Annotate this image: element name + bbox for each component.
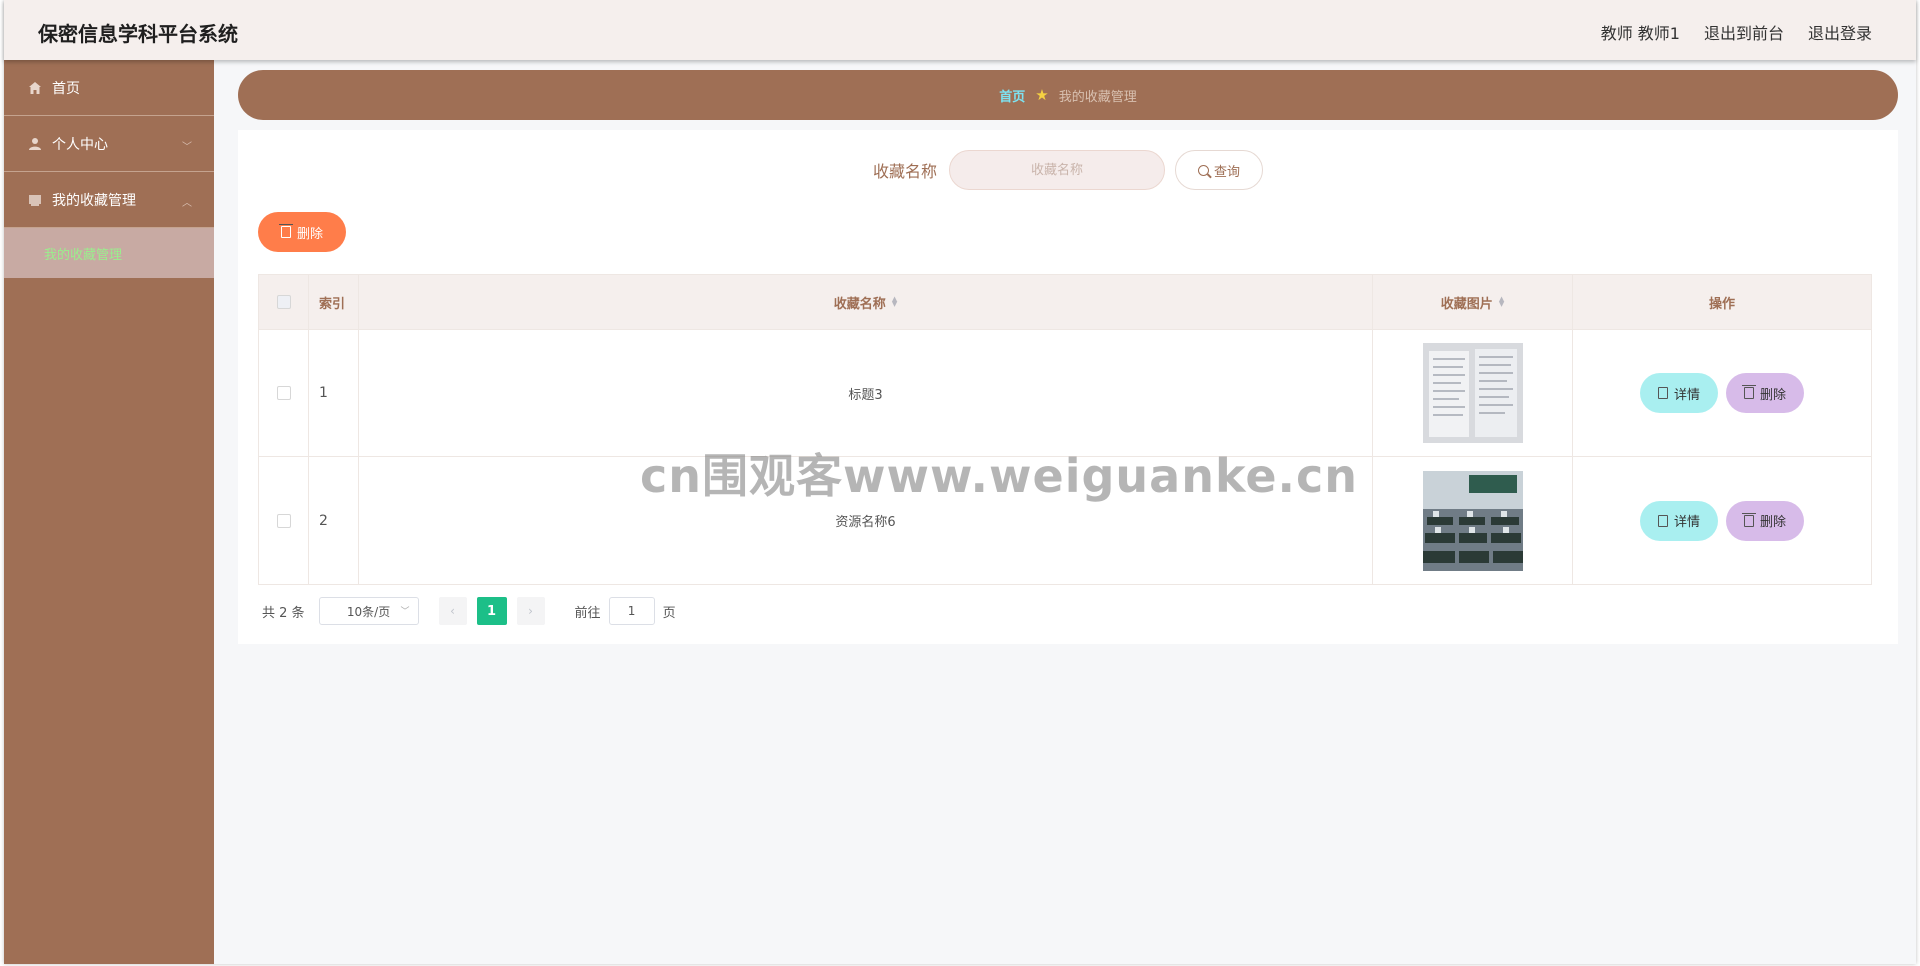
- breadcrumb-current: 我的收藏管理: [1058, 89, 1137, 105]
- next-page-button[interactable]: ›: [516, 597, 545, 625]
- pagination-total: 共 2 条: [262, 605, 305, 621]
- row-name: 标题3: [359, 330, 1373, 456]
- delete-button[interactable]: 删除: [1726, 373, 1804, 413]
- document-photo-image[interactable]: [1422, 343, 1523, 443]
- detail-button-label: 详情: [1673, 387, 1700, 403]
- column-header-name-label: 收藏名称: [833, 296, 886, 312]
- document-icon: [1657, 514, 1668, 527]
- to-front-link[interactable]: 退出到前台: [1704, 20, 1784, 44]
- row-ops-cell: 详情 删除: [1573, 330, 1871, 456]
- sort-icon[interactable]: ▲ ▼: [1499, 296, 1504, 308]
- column-header-index: 索引: [309, 275, 359, 329]
- row-check-cell: [259, 457, 309, 584]
- submenu-item-favorites[interactable]: 我的收藏管理: [4, 228, 214, 278]
- search-input[interactable]: [949, 150, 1165, 190]
- trash-icon: [1741, 385, 1756, 399]
- folder-icon: [29, 194, 41, 206]
- sort-icon[interactable]: ▲ ▼: [892, 296, 897, 308]
- column-header-name[interactable]: 收藏名称 ▲ ▼: [359, 275, 1373, 329]
- bulk-delete-button[interactable]: 删除: [258, 212, 346, 252]
- search-button[interactable]: 查询: [1175, 150, 1263, 190]
- document-icon: [1657, 387, 1668, 399]
- delete-button[interactable]: 删除: [1726, 500, 1804, 541]
- chevron-right-icon: ›: [528, 604, 533, 618]
- goto-page: 前往 页: [575, 597, 676, 625]
- breadcrumb: 首页 ★ 我的收藏管理: [238, 70, 1898, 120]
- detail-button[interactable]: 详情: [1640, 500, 1718, 541]
- search-icon: [1197, 164, 1209, 176]
- goto-suffix: 页: [662, 605, 676, 621]
- goto-page-input[interactable]: [608, 597, 655, 625]
- row-checkbox[interactable]: [276, 513, 291, 528]
- app-title: 保密信息学科平台系统: [38, 22, 238, 46]
- row-index: 2: [309, 457, 359, 584]
- table-row: 1 标题3 详情 删除: [259, 330, 1871, 457]
- search-button-label: 查询: [1213, 164, 1240, 180]
- sidebar: 首页 个人中心 ﹀ 我的收藏管理 ︿ 我的收藏管理: [4, 60, 214, 964]
- goto-prefix: 前往: [574, 605, 601, 621]
- trash-icon: [278, 224, 293, 238]
- home-icon: [29, 81, 41, 94]
- sidebar-item-label: 我的收藏管理: [52, 192, 136, 209]
- column-header-image[interactable]: 收藏图片 ▲ ▼: [1373, 275, 1573, 329]
- search-label: 收藏名称: [872, 162, 937, 181]
- chevron-left-icon: ‹: [450, 604, 455, 618]
- select-all-checkbox[interactable]: [276, 295, 291, 309]
- sidebar-item-label: 首页: [52, 80, 80, 97]
- page-size-value: 10条/页: [346, 604, 391, 619]
- chevron-down-icon: ﹀: [182, 142, 192, 153]
- page-size-select[interactable]: 10条/页 ﹀: [318, 597, 419, 625]
- header-check-cell: [259, 275, 309, 329]
- prev-page-button[interactable]: ‹: [438, 597, 467, 625]
- sidebar-item-home[interactable]: 首页: [4, 60, 214, 116]
- delete-button-label: 删除: [1759, 387, 1786, 403]
- bulk-delete-label: 删除: [296, 226, 323, 242]
- detail-button-label: 详情: [1673, 515, 1700, 530]
- main-content-card: 收藏名称 查询 删除 索引 收藏名称 ▲▼ 收藏图片: [238, 130, 1898, 644]
- detail-button[interactable]: 详情: [1640, 373, 1718, 413]
- star-icon: ★: [1035, 86, 1049, 104]
- row-ops-cell: 详情 删除: [1573, 457, 1871, 584]
- favorites-table: 索引 收藏名称 ▲ ▼ 收藏图片 ▲ ▼ 操作 1 标题3 详情 删除 2 资源…: [258, 274, 1872, 585]
- search-bar: 收藏名称 查询: [238, 150, 1898, 190]
- column-header-ops: 操作: [1708, 296, 1735, 312]
- logout-link[interactable]: 退出登录: [1808, 20, 1872, 44]
- classroom-photo-image[interactable]: [1422, 470, 1523, 571]
- sidebar-item-favorites[interactable]: 我的收藏管理 ︿: [4, 172, 214, 228]
- column-header-image-label: 收藏图片: [1440, 296, 1493, 312]
- row-checkbox[interactable]: [276, 386, 291, 400]
- row-image-cell: [1373, 457, 1573, 584]
- user-icon: [29, 137, 41, 150]
- delete-button-label: 删除: [1759, 515, 1786, 530]
- table-header: 索引 收藏名称 ▲ ▼ 收藏图片 ▲ ▼ 操作: [259, 275, 1871, 330]
- page-number-button[interactable]: 1: [476, 597, 507, 625]
- chevron-up-icon: ︿: [182, 198, 192, 209]
- sidebar-item-profile[interactable]: 个人中心 ﹀: [4, 116, 214, 172]
- row-check-cell: [259, 330, 309, 456]
- trash-icon: [1741, 512, 1756, 527]
- chevron-down-icon: ﹀: [400, 607, 410, 617]
- header-actions: 教师 教师1 退出到前台 退出登录: [1601, 20, 1872, 44]
- app-frame: 保密信息学科平台系统 教师 教师1 退出到前台 退出登录 首页 个人中心 ﹀ 我…: [4, 0, 1916, 964]
- current-user-label: 教师 教师1: [1600, 24, 1680, 43]
- breadcrumb-home-link[interactable]: 首页: [999, 86, 1025, 105]
- row-index: 1: [309, 330, 359, 456]
- row-image-cell: [1373, 330, 1573, 456]
- sidebar-item-label: 个人中心: [52, 136, 108, 153]
- row-name: 资源名称6: [359, 457, 1373, 584]
- table-row: 2 资源名称6 详情 删除: [259, 457, 1871, 584]
- top-header: 保密信息学科平台系统 教师 教师1 退出到前台 退出登录: [4, 0, 1916, 60]
- pagination: 共 2 条 10条/页 ﹀ ‹ 1 › 前往 页: [262, 597, 676, 625]
